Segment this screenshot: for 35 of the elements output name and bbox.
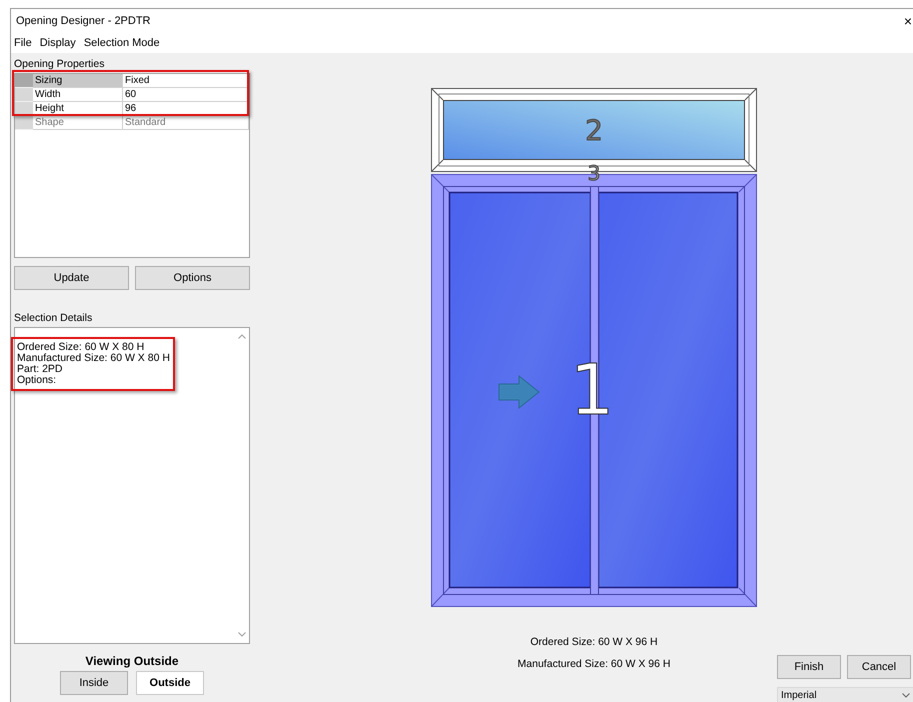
property-value[interactable]: 60 [123,88,249,102]
view-toggle-button[interactable]: Outside [136,671,204,695]
panel-number: 3 [588,161,600,185]
row-header[interactable] [15,74,33,88]
property-name[interactable]: Width [33,88,123,102]
menu-item[interactable]: Selection Mode [84,37,160,49]
section-label: Opening Properties [14,58,106,71]
units-dropdown[interactable]: Imperial [777,687,913,702]
close-button[interactable]: × [902,13,913,29]
detail-line: Ordered Size: 60 W X 80 H [17,342,146,353]
cancel-button[interactable]: Cancel [847,655,911,679]
dropdown-caret-icon [902,693,910,698]
window-title: Opening Designer - 2PDTR [16,15,151,27]
finish-button[interactable]: Finish [777,655,841,679]
options-button[interactable]: Options [135,266,250,290]
detail-line: Manufactured Size: 60 W X 80 H [17,353,171,364]
property-value[interactable]: Fixed [123,74,249,88]
property-value[interactable]: 96 [123,102,249,116]
property-name[interactable]: Sizing [33,74,123,88]
property-name[interactable]: Height [33,102,123,116]
section-label: Selection Details [14,312,94,325]
menu-item[interactable]: Display [40,37,76,49]
panel-number: 2 [585,114,603,147]
detail-line: Part: 2PD [17,364,64,375]
update-button[interactable]: Update [14,266,129,290]
scroll-down-icon[interactable] [238,632,246,637]
panel-number: 1 [570,349,614,431]
arrow-icon [498,374,540,410]
scroll-up-icon[interactable] [238,334,246,339]
detail-line: Options: [17,375,58,386]
size-label: Ordered Size: 60 W X 96 H [530,636,658,648]
size-label: Manufactured Size: 60 W X 96 H [518,658,670,670]
viewing-label: Viewing Outside [84,654,180,668]
view-toggle-button[interactable]: Inside [60,671,128,695]
menu-item[interactable]: File [14,37,32,49]
